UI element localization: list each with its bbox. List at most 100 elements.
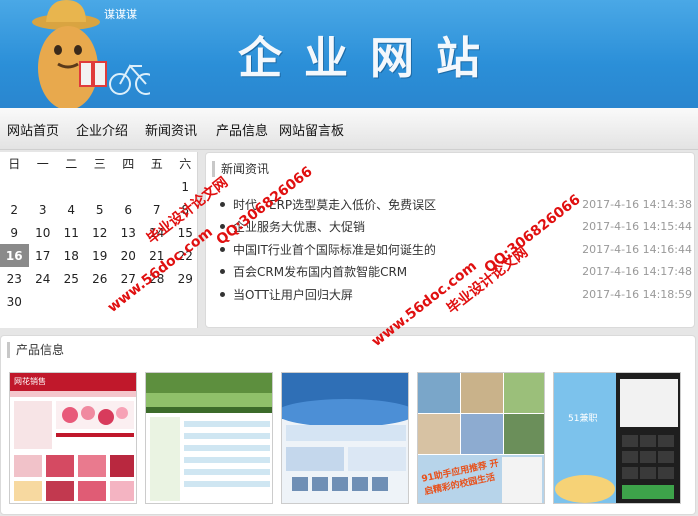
calendar-empty-cell bbox=[143, 175, 172, 198]
thumb-caption: 51兼职 bbox=[568, 414, 598, 424]
calendar-day[interactable]: 29 bbox=[171, 267, 200, 290]
product-thumb-photo-collage[interactable]: 91助手应用推荐 开启精彩的校园生活 bbox=[417, 372, 545, 504]
calendar-day[interactable]: 11 bbox=[57, 221, 86, 244]
calendar-day[interactable]: 28 bbox=[143, 267, 172, 290]
calendar-day[interactable]: 9 bbox=[0, 221, 29, 244]
product-screenshot-image bbox=[554, 373, 680, 503]
calendar-day[interactable]: 22 bbox=[171, 244, 200, 267]
bullet-icon bbox=[220, 246, 225, 252]
site-title: 企业网站 bbox=[238, 33, 502, 84]
news-panel: 新闻资讯 时代，ERP选型莫走入低价、免费误区 2017-4-16 14:14:… bbox=[205, 152, 695, 328]
weekday-sat: 六 bbox=[179, 157, 192, 171]
calendar-day[interactable]: 8 bbox=[171, 198, 200, 221]
calendar-empty-cell bbox=[57, 175, 86, 198]
calendar-day[interactable]: 2 bbox=[0, 198, 29, 221]
news-panel-title: 新闻资讯 bbox=[212, 161, 269, 177]
calendar-day[interactable]: 27 bbox=[114, 267, 143, 290]
main-nav: 网站首页 企业介绍 新闻资讯 产品信息 网站留言板 bbox=[0, 108, 698, 150]
calendar-empty-cell bbox=[29, 290, 58, 313]
calendar-day[interactable]: 16 bbox=[0, 244, 29, 267]
news-item: 中国IT行业首个国际标准是如何诞生的 2017-4-16 14:16:44 bbox=[220, 238, 692, 261]
calendar-day[interactable]: 12 bbox=[86, 221, 115, 244]
news-item: 百会CRM发布国内首款智能CRM 2017-4-16 14:17:48 bbox=[220, 261, 692, 284]
calendar-day[interactable]: 24 bbox=[29, 267, 58, 290]
calendar-day[interactable]: 6 bbox=[114, 198, 143, 221]
weekday-sun: 日 bbox=[8, 157, 21, 171]
news-title[interactable]: 中国IT行业首个国际标准是如何诞生的 bbox=[233, 241, 436, 258]
nav-item-news[interactable]: 新闻资讯 bbox=[145, 120, 197, 139]
weekday-wed: 三 bbox=[93, 157, 106, 171]
news-title[interactable]: 企业服务大优惠、大促销 bbox=[233, 218, 365, 235]
bullet-icon bbox=[220, 224, 225, 230]
news-title[interactable]: 百会CRM发布国内首款智能CRM bbox=[233, 263, 407, 280]
calendar-empty-cell bbox=[114, 175, 143, 198]
nav-item-home[interactable]: 网站首页 bbox=[7, 120, 59, 139]
calendar-day[interactable]: 17 bbox=[29, 244, 58, 267]
nav-item-guestbook[interactable]: 网站留言板 bbox=[279, 120, 344, 139]
calendar-day[interactable]: 4 bbox=[57, 198, 86, 221]
calendar-day[interactable]: 18 bbox=[57, 244, 86, 267]
news-title[interactable]: 时代，ERP选型莫走入低价、免费误区 bbox=[233, 196, 436, 213]
news-link[interactable]: 百会CRM发布国内首款智能CRM bbox=[220, 263, 407, 280]
calendar-empty-cell bbox=[0, 175, 29, 198]
nav-item-products[interactable]: 产品信息 bbox=[216, 120, 268, 139]
nav-item-about[interactable]: 企业介绍 bbox=[76, 120, 128, 139]
calendar-day[interactable]: 21 bbox=[143, 244, 172, 267]
calendar-day[interactable]: 5 bbox=[86, 198, 115, 221]
news-link[interactable]: 时代，ERP选型莫走入低价、免费误区 bbox=[220, 196, 436, 213]
product-thumb-blue-site[interactable] bbox=[281, 372, 409, 504]
news-date: 2017-4-16 14:16:44 bbox=[582, 242, 692, 256]
calendar-empty-cell bbox=[57, 290, 86, 313]
news-link[interactable]: 企业服务大优惠、大促销 bbox=[220, 218, 365, 235]
site-banner: 谋谋谋 企业网站 bbox=[0, 0, 698, 108]
calendar-day[interactable]: 13 bbox=[114, 221, 143, 244]
calendar-empty-cell bbox=[86, 175, 115, 198]
product-screenshot-image bbox=[282, 373, 408, 503]
calendar-empty-cell bbox=[86, 290, 115, 313]
calendar-day[interactable]: 30 bbox=[0, 290, 29, 313]
calendar-day[interactable]: 23 bbox=[0, 267, 29, 290]
calendar-day[interactable]: 3 bbox=[29, 198, 58, 221]
calendar-day[interactable]: 15 bbox=[171, 221, 200, 244]
calendar-empty-cell bbox=[143, 290, 172, 313]
products-panel: 产品信息 网花销售 91助手应用推荐 开启精彩的校园生活 51兼职 bbox=[0, 335, 696, 515]
calendar-empty-cell bbox=[171, 290, 200, 313]
news-item: 企业服务大优惠、大促销 2017-4-16 14:15:44 bbox=[220, 216, 692, 239]
calendar: 日 一 二 三 四 五 六 1 2 3 4 5 6 7 8 9 10 11 12 13 14 15 16 17 1… bbox=[0, 152, 198, 328]
calendar-day[interactable]: 7 bbox=[143, 198, 172, 221]
calendar-day[interactable]: 1 bbox=[171, 175, 200, 198]
product-screenshot-image bbox=[146, 373, 272, 503]
news-item: 当OTT让用户回归大屏 2017-4-16 14:18:59 bbox=[220, 283, 692, 306]
calendar-grid: 日 一 二 三 四 五 六 1 2 3 4 5 6 7 8 9 10 11 12 13 14 15 16 17 1… bbox=[0, 152, 197, 313]
calendar-day[interactable]: 19 bbox=[86, 244, 115, 267]
news-link[interactable]: 中国IT行业首个国际标准是如何诞生的 bbox=[220, 241, 436, 258]
weekday-fri: 五 bbox=[150, 157, 163, 171]
products-panel-title: 产品信息 bbox=[7, 342, 64, 358]
calendar-day[interactable]: 10 bbox=[29, 221, 58, 244]
news-date: 2017-4-16 14:15:44 bbox=[582, 220, 692, 234]
weekday-mon: 一 bbox=[36, 157, 49, 171]
news-title[interactable]: 当OTT让用户回归大屏 bbox=[233, 286, 353, 303]
product-thumb-phone-app[interactable]: 51兼职 bbox=[553, 372, 681, 504]
bullet-icon bbox=[220, 201, 225, 207]
news-list: 时代，ERP选型莫走入低价、免费误区 2017-4-16 14:14:38 企业… bbox=[220, 193, 692, 306]
bullet-icon bbox=[220, 291, 225, 297]
calendar-day[interactable]: 26 bbox=[86, 267, 115, 290]
calendar-empty-cell bbox=[114, 290, 143, 313]
calendar-day[interactable]: 14 bbox=[143, 221, 172, 244]
news-item: 时代，ERP选型莫走入低价、免费误区 2017-4-16 14:14:38 bbox=[220, 193, 692, 216]
news-date: 2017-4-16 14:14:38 bbox=[582, 197, 692, 211]
bullet-icon bbox=[220, 269, 225, 275]
product-screenshot-image bbox=[10, 373, 136, 503]
weekday-tue: 二 bbox=[65, 157, 78, 171]
product-thumb-flower-shop[interactable]: 网花销售 bbox=[9, 372, 137, 504]
calendar-day[interactable]: 20 bbox=[114, 244, 143, 267]
speech-bubble: 谋谋谋 bbox=[104, 8, 137, 21]
thumb-caption: 网花销售 bbox=[14, 377, 46, 386]
product-thumb-green-site[interactable] bbox=[145, 372, 273, 504]
calendar-empty-cell bbox=[29, 175, 58, 198]
weekday-thu: 四 bbox=[122, 157, 135, 171]
calendar-day[interactable]: 25 bbox=[57, 267, 86, 290]
news-link[interactable]: 当OTT让用户回归大屏 bbox=[220, 286, 353, 303]
news-date: 2017-4-16 14:18:59 bbox=[582, 287, 692, 301]
